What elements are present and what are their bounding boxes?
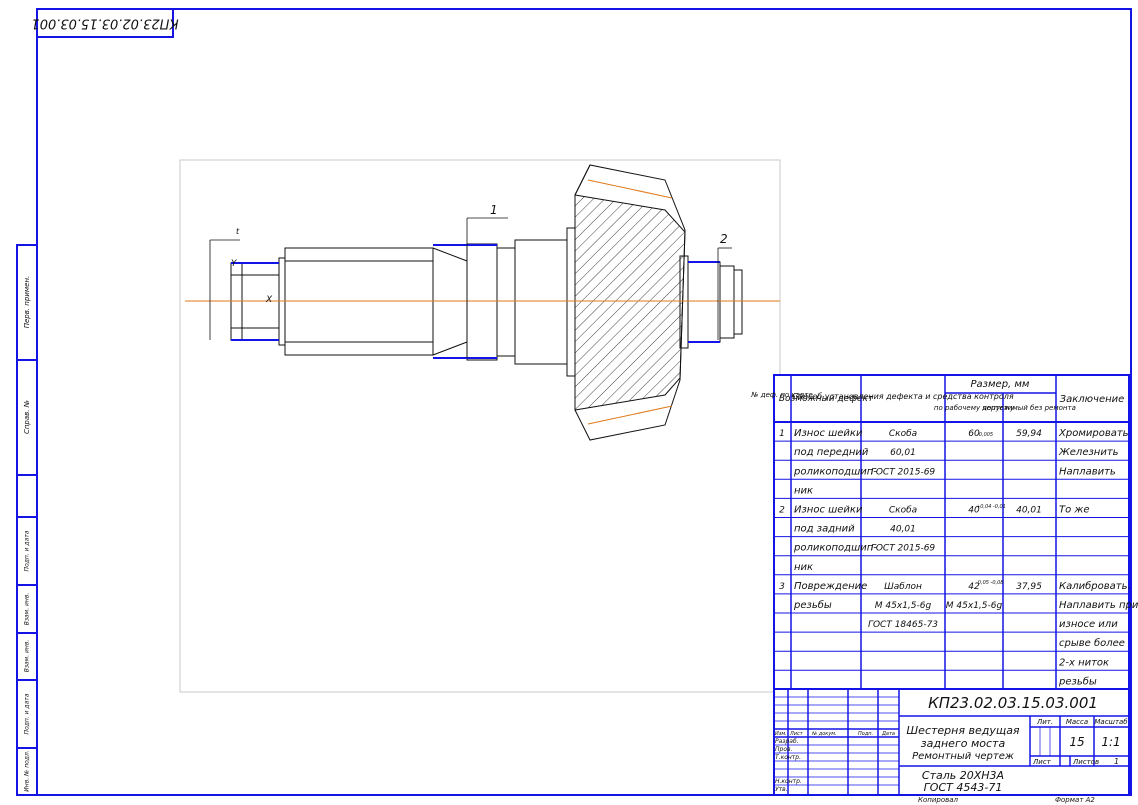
callout-label: t (236, 227, 240, 236)
callout-label: 2 (720, 232, 728, 246)
table-cell: роликоподшип- (793, 543, 877, 554)
gear-pitch-line (587, 179, 673, 199)
table-cell: Наплавить при (1059, 600, 1138, 611)
table-cell: ник (794, 485, 813, 496)
defect-table: № деф. по карте Возможный дефект Способ … (750, 374, 1138, 690)
col-label: Лит. (1036, 718, 1053, 726)
table-header: Размер, мм (971, 379, 1030, 390)
table-cell: ГОСТ 2015-69 (871, 467, 936, 477)
table-cell: 2-х ниток (1059, 657, 1109, 668)
part-name: заднего моста (921, 737, 1006, 750)
table-cell: Железнить (1058, 447, 1119, 458)
col-label: Масштаб (1094, 718, 1128, 726)
tolerance: -0,05 -0,08 (976, 580, 1003, 586)
copied-label: Копировал (918, 796, 959, 804)
header-code: КП23.02.03.15.03.001 (31, 16, 178, 31)
table-cell: Хромировать (1058, 428, 1129, 439)
table-cell: Скоба (889, 429, 917, 439)
gear-pitch-line (587, 405, 673, 425)
table-cell: Повреждение (794, 581, 867, 592)
role-header: Подп. (858, 731, 873, 737)
table-header: Способ установления дефекта и средства к… (792, 392, 1014, 401)
table-cell: Калибровать. (1059, 580, 1131, 592)
table-cell: Износ шейки (794, 428, 863, 439)
view-border (179, 159, 781, 693)
side-label: Инв. № подл. (24, 750, 31, 791)
table-cell: 3 (779, 582, 785, 592)
title-block: КП23.02.03.15.03.001 Шестерня ведущая за… (773, 688, 1130, 796)
side-label: Подп. и дата (24, 530, 31, 571)
role-label: Разраб. (775, 738, 799, 745)
table-header: Заключение (1060, 394, 1125, 405)
table-cell: ник (794, 562, 813, 573)
table-cell: ГОСТ 18465-73 (868, 620, 938, 630)
table-cell: М 45х1,5-6g (946, 601, 1003, 611)
table-cell: 2 (779, 506, 785, 516)
role-header: Изм. (775, 731, 787, 737)
table-cell: Износ шейки (794, 505, 863, 516)
table-cell: 59,94 (1016, 429, 1042, 439)
table-cell: срыве более (1059, 637, 1125, 649)
side-stamp: Перв. примен. Справ. № Подп. и дата Взам… (23, 276, 31, 792)
sheets-value: 1 (1114, 757, 1119, 766)
role-header: Дата (881, 731, 895, 737)
drawing-sheet: КП23.02.03.15.03.001 Перв. примен. Справ… (16, 8, 1138, 804)
table-cell: роликоподшип- (793, 466, 877, 477)
tolerance: +0,04 -0,01 (976, 504, 1006, 510)
tolerance: -0,005 (977, 432, 993, 438)
side-label: Взам. инв. (24, 593, 31, 626)
doc-code: КП23.02.03.15.03.001 (928, 694, 1098, 712)
axis-label: X (265, 295, 273, 305)
table-cell: 37,95 (1016, 582, 1042, 592)
gear-section-hatch (574, 194, 686, 411)
material: ГОСТ 4543-71 (924, 781, 1003, 794)
table-cell: М 45х1,5-6g (875, 601, 932, 611)
table-cell: 60,01 (890, 448, 916, 458)
col-label: Масса (1066, 718, 1088, 726)
role-label: Н.контр. (775, 778, 802, 785)
table-cell: под задний (794, 524, 855, 535)
table-cell: 1 (779, 429, 785, 439)
side-label: Перв. примен. (23, 276, 31, 329)
table-cell: 40,01 (890, 525, 916, 535)
mass-value: 15 (1069, 735, 1084, 749)
part-name: Ремонтный чертеж (912, 751, 1014, 762)
sheet-label: Лист (1032, 758, 1052, 766)
role-label: Пров. (775, 746, 793, 753)
table-cell: износе или (1059, 619, 1118, 630)
side-label: Взам. инв. (24, 640, 31, 673)
role-label: Утв. (775, 786, 788, 793)
table-cell: резьбы (793, 599, 832, 611)
table-cell: Наплавить (1059, 466, 1116, 477)
table-cell: под передний (794, 447, 869, 458)
table-cell: То же (1059, 505, 1090, 516)
side-label: Справ. № (23, 400, 31, 434)
format-label: Формат A2 (1055, 796, 1095, 804)
callout-label: 1 (490, 203, 498, 217)
scale-value: 1:1 (1101, 735, 1120, 749)
table-cell: ГОСТ 2015-69 (871, 544, 936, 554)
table-cell: 40,01 (1016, 506, 1042, 516)
part-name: Шестерня ведущая (906, 724, 1020, 737)
role-header: Лист (789, 731, 804, 737)
table-cell: Шаблон (884, 582, 922, 592)
side-label: Подп. и дата (24, 693, 31, 734)
sheets-label: Листов (1072, 758, 1099, 766)
table-cell: Скоба (889, 506, 917, 516)
table-cell: резьбы (1058, 675, 1097, 687)
role-label: Т.контр. (775, 754, 801, 761)
table-header: допустимый без ремонта (981, 404, 1076, 412)
role-header: № докум. (811, 731, 837, 737)
